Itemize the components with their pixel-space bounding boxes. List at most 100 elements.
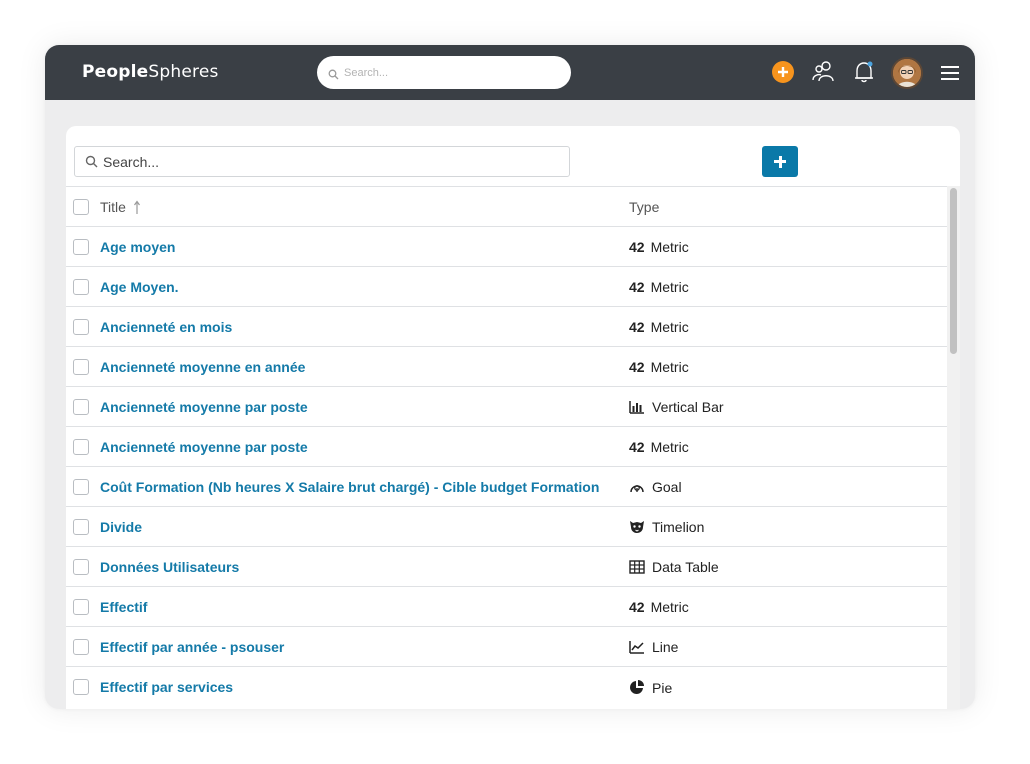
row-checkbox[interactable] xyxy=(73,679,89,695)
user-avatar[interactable] xyxy=(891,57,923,89)
notifications-button[interactable] xyxy=(851,59,877,90)
visualization-title-link[interactable]: Effectif par année - psouser xyxy=(100,639,615,655)
top-navbar: PeopleSpheres xyxy=(45,45,975,100)
visualization-title-link[interactable]: Age Moyen. xyxy=(100,279,615,295)
visualization-title-link[interactable]: Coût Formation (Nb heures X Salaire brut… xyxy=(100,479,615,495)
visualization-type-label: Metric xyxy=(650,279,689,295)
users-icon xyxy=(812,61,834,82)
row-checkbox[interactable] xyxy=(73,519,89,535)
visualization-type: Goal xyxy=(629,479,682,497)
visualization-title-link[interactable]: Divide xyxy=(100,519,615,535)
visualization-type: 42 Metric xyxy=(629,239,689,255)
visualization-title-link[interactable]: Age moyen xyxy=(100,239,615,255)
visualization-type-label: Line xyxy=(652,639,679,655)
app-logo[interactable]: PeopleSpheres xyxy=(82,62,219,82)
pie-chart-icon xyxy=(629,679,647,698)
visualization-title-link[interactable]: Ancienneté en mois xyxy=(100,319,615,335)
visualization-title-link[interactable]: Ancienneté moyenne par poste xyxy=(100,399,615,415)
row-checkbox[interactable] xyxy=(73,359,89,375)
data-table-icon xyxy=(629,560,647,577)
visualization-type: Vertical Bar xyxy=(629,399,724,417)
plus-icon xyxy=(778,67,788,77)
row-checkbox[interactable] xyxy=(73,639,89,655)
visualization-type: Line xyxy=(629,639,678,657)
hamburger-menu-icon xyxy=(941,66,959,80)
table-row[interactable]: Age moyen 42 Metric xyxy=(66,226,947,266)
visualization-type-label: Metric xyxy=(650,599,689,615)
row-checkbox[interactable] xyxy=(73,239,89,255)
quick-add-button[interactable] xyxy=(772,61,794,83)
table-scrollbar[interactable] xyxy=(947,186,960,709)
visualization-title-link[interactable]: Ancienneté moyenne par poste xyxy=(100,439,615,455)
visualization-type-label: Vertical Bar xyxy=(652,399,724,415)
global-search[interactable] xyxy=(317,56,571,89)
column-header-title[interactable]: Title xyxy=(100,199,126,215)
visualization-type-label: Metric xyxy=(650,439,689,455)
table-row[interactable]: Age Moyen. 42 Metric xyxy=(66,266,947,306)
visualization-type-label: Timelion xyxy=(652,519,705,535)
visualization-type: 42 Metric xyxy=(629,319,689,335)
main-menu-button[interactable] xyxy=(940,64,960,87)
table-row[interactable]: Ancienneté moyenne par poste 42 Metric xyxy=(66,426,947,466)
table-row[interactable]: Ancienneté moyenne par poste Vertical Bar xyxy=(66,386,947,426)
users-button[interactable] xyxy=(811,59,837,90)
logo-light-text: Spheres xyxy=(148,62,219,82)
metric-icon: 42 xyxy=(629,439,645,455)
visualization-type-label: Metric xyxy=(650,319,689,335)
table-row[interactable]: Effectif 42 Metric xyxy=(66,586,947,626)
avatar-image xyxy=(893,59,921,87)
search-icon xyxy=(85,155,98,173)
visualization-title-link[interactable]: Effectif par services xyxy=(100,679,615,695)
row-checkbox[interactable] xyxy=(73,399,89,415)
column-header-type[interactable]: Type xyxy=(629,199,659,215)
table-row[interactable]: Effectif par année - psouser Line xyxy=(66,626,947,666)
visualization-type: Timelion xyxy=(629,519,704,537)
bell-icon xyxy=(855,61,873,83)
visualization-type: 42 Metric xyxy=(629,439,689,455)
metric-icon: 42 xyxy=(629,319,645,335)
table-row[interactable]: Coût Formation (Nb heures X Salaire brut… xyxy=(66,466,947,506)
visualizations-table: Title Type Age moyen 42 Metric Age Moyen. 42… xyxy=(66,186,947,706)
table-header: Title Type xyxy=(66,186,947,226)
line-chart-icon xyxy=(629,640,647,657)
row-checkbox[interactable] xyxy=(73,479,89,495)
table-row[interactable]: Ancienneté en mois 42 Metric xyxy=(66,306,947,346)
visualization-title-link[interactable]: Effectif xyxy=(100,599,615,615)
table-row[interactable]: Ancienneté moyenne en année 42 Metric xyxy=(66,346,947,386)
visualization-type: 42 Metric xyxy=(629,359,689,375)
row-checkbox[interactable] xyxy=(73,559,89,575)
metric-icon: 42 xyxy=(629,599,645,615)
visualization-type-label: Goal xyxy=(652,479,682,495)
create-visualization-button[interactable] xyxy=(762,146,798,177)
metric-icon: 42 xyxy=(629,279,645,295)
row-checkbox[interactable] xyxy=(73,439,89,455)
visualizations-panel: Title Type Age moyen 42 Metric Age Moyen. 42… xyxy=(66,126,960,709)
visualization-type-label: Data Table xyxy=(652,559,719,575)
scrollbar-thumb[interactable] xyxy=(950,188,957,354)
visualization-type-label: Metric xyxy=(650,239,689,255)
table-row[interactable]: Données Utilisateurs Data Table xyxy=(66,546,947,586)
logo-bold-text: People xyxy=(82,62,149,82)
visualization-type: 42 Metric xyxy=(629,279,689,295)
sort-ascending-icon[interactable] xyxy=(133,199,141,220)
visualization-title-link[interactable]: Ancienneté moyenne en année xyxy=(100,359,615,375)
app-window: PeopleSpheres Search... Search... Title … xyxy=(45,45,975,709)
row-checkbox[interactable] xyxy=(73,319,89,335)
row-checkbox[interactable] xyxy=(73,599,89,615)
table-row[interactable]: Divide Timelion xyxy=(66,506,947,546)
timelion-icon xyxy=(629,520,647,537)
visualization-type-label: Metric xyxy=(650,359,689,375)
visualization-type: Pie xyxy=(629,679,672,698)
list-search-input[interactable] xyxy=(103,153,558,171)
vertical-bar-icon xyxy=(629,400,647,417)
visualization-type: 42 Metric xyxy=(629,599,689,615)
search-icon xyxy=(328,67,339,85)
row-checkbox[interactable] xyxy=(73,279,89,295)
list-search[interactable] xyxy=(74,146,570,177)
global-search-input[interactable] xyxy=(344,64,554,81)
visualization-title-link[interactable]: Données Utilisateurs xyxy=(100,559,615,575)
metric-icon: 42 xyxy=(629,239,645,255)
table-row[interactable]: Effectif par services Pie xyxy=(66,666,947,706)
select-all-checkbox[interactable] xyxy=(73,199,89,215)
visualization-type-label: Pie xyxy=(652,680,673,696)
